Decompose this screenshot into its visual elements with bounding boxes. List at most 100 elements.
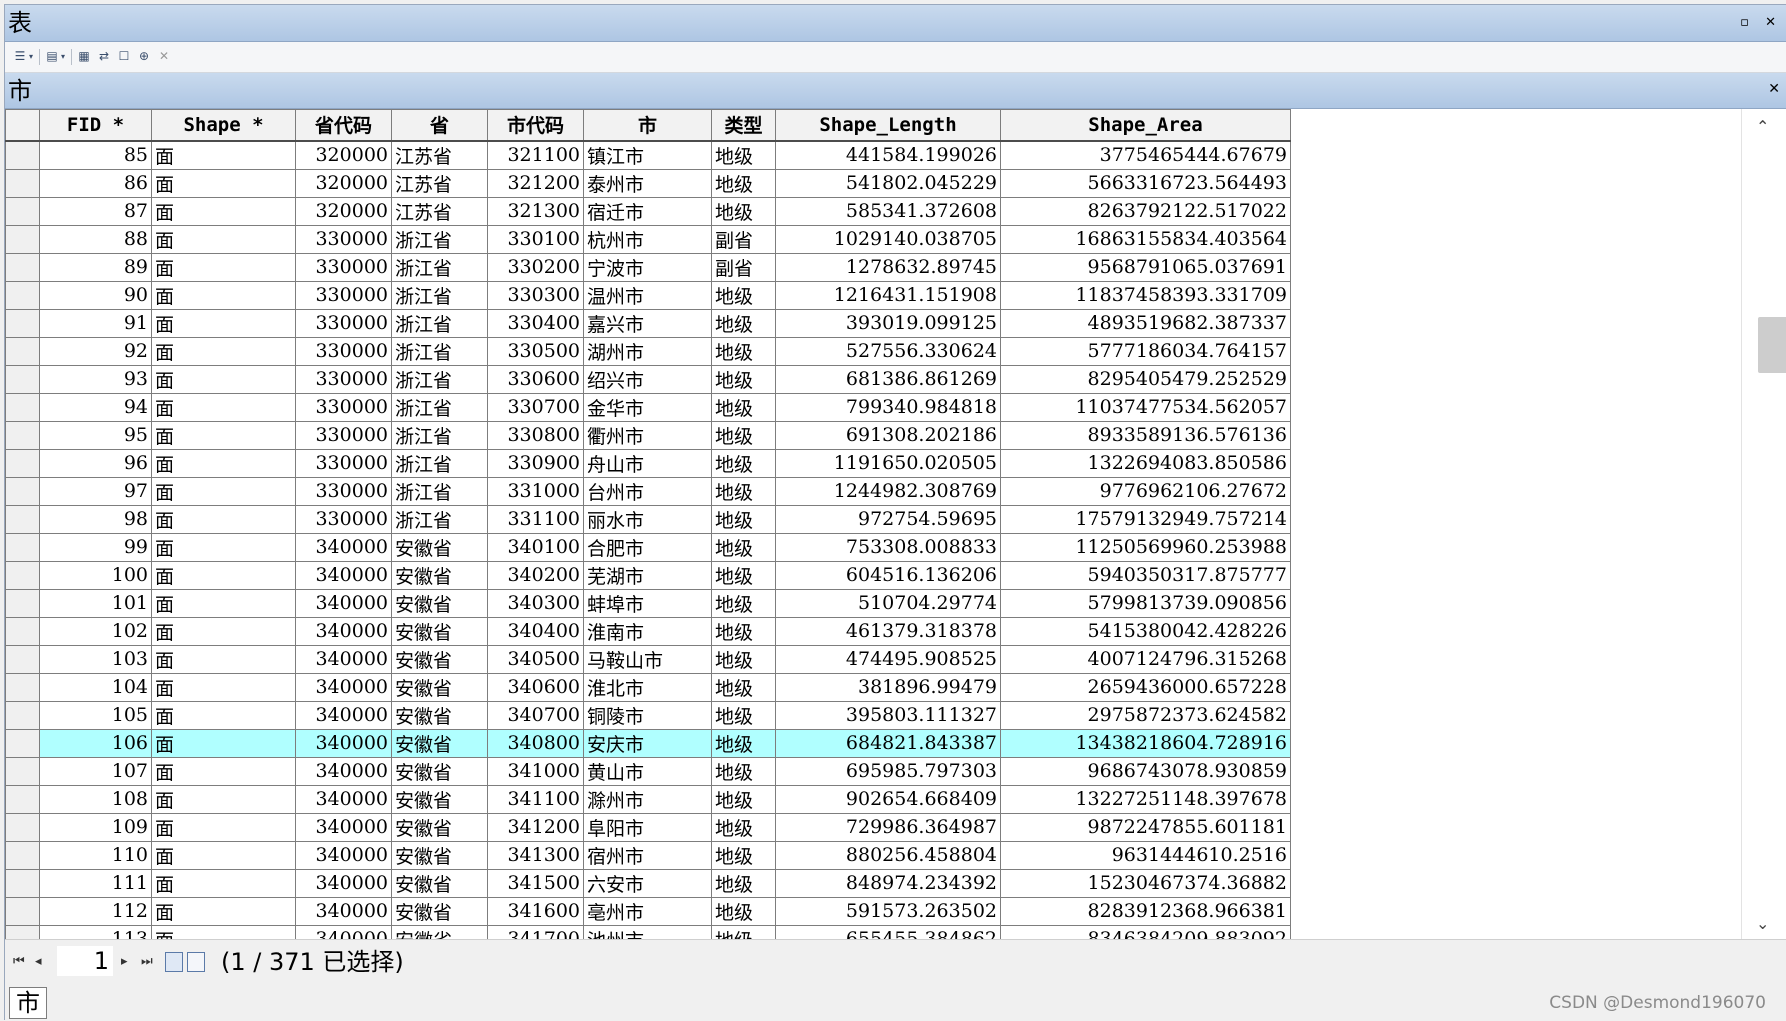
table-cell[interactable]: 113 bbox=[39, 924, 152, 939]
table-cell[interactable]: 105 bbox=[39, 700, 152, 730]
table-cell[interactable]: 108 bbox=[39, 784, 152, 814]
table-cell[interactable]: 安徽省 bbox=[391, 924, 488, 939]
table-cell[interactable]: 9776962106.27672 bbox=[1000, 476, 1291, 506]
table-row[interactable]: 89 面 330000 浙江省 330200 宁波市 副省 1278632.89745 9568… bbox=[5, 252, 1291, 282]
table-cell[interactable]: 丽水市 bbox=[583, 504, 712, 534]
table-row[interactable]: 101 面 340000 安徽省 340300 蚌埠市 地级 510704.29774 5799… bbox=[5, 588, 1291, 618]
table-cell[interactable]: 340000 bbox=[295, 868, 392, 898]
table-cell[interactable]: 340000 bbox=[295, 728, 392, 758]
table-cell[interactable]: 地级 bbox=[711, 840, 776, 870]
table-cell[interactable]: 地级 bbox=[711, 420, 776, 450]
column-header[interactable]: FID * bbox=[39, 109, 152, 142]
table-cell[interactable]: 330300 bbox=[487, 280, 584, 310]
table-cell[interactable]: 16863155834.403564 bbox=[1000, 224, 1291, 254]
table-cell[interactable]: 杭州市 bbox=[583, 224, 712, 254]
table-cell[interactable]: 5663316723.564493 bbox=[1000, 168, 1291, 198]
table-cell[interactable]: 滁州市 bbox=[583, 784, 712, 814]
table-cell[interactable]: 地级 bbox=[711, 672, 776, 702]
row-selector[interactable] bbox=[5, 196, 40, 226]
table-cell[interactable]: 330800 bbox=[487, 420, 584, 450]
first-record-icon[interactable]: ⏮ bbox=[13, 954, 25, 969]
table-cell[interactable]: 340100 bbox=[487, 532, 584, 562]
table-cell[interactable]: 17579132949.757214 bbox=[1000, 504, 1291, 534]
table-cell[interactable]: 395803.111327 bbox=[775, 700, 1001, 730]
table-cell[interactable]: 340800 bbox=[487, 728, 584, 758]
column-header[interactable]: 省 bbox=[391, 109, 488, 142]
table-cell[interactable]: 330700 bbox=[487, 392, 584, 422]
table-cell[interactable]: 340600 bbox=[487, 672, 584, 702]
row-selector[interactable] bbox=[5, 924, 40, 939]
table-cell[interactable]: 安徽省 bbox=[391, 616, 488, 646]
row-selector[interactable] bbox=[5, 336, 40, 366]
table-cell[interactable]: 880256.458804 bbox=[775, 840, 1001, 870]
table-cell[interactable]: 面 bbox=[151, 168, 296, 198]
row-selector[interactable] bbox=[5, 840, 40, 870]
row-selector[interactable] bbox=[5, 812, 40, 842]
table-cell[interactable]: 340400 bbox=[487, 616, 584, 646]
row-selector[interactable] bbox=[5, 644, 40, 674]
table-row[interactable]: 102 面 340000 安徽省 340400 淮南市 地级 461379.318378 541… bbox=[5, 616, 1291, 646]
table-cell[interactable]: 5777186034.764157 bbox=[1000, 336, 1291, 366]
column-header[interactable]: 类型 bbox=[711, 109, 776, 142]
row-selector[interactable] bbox=[5, 252, 40, 282]
table-row[interactable]: 105 面 340000 安徽省 340700 铜陵市 地级 395803.111327 297… bbox=[5, 700, 1291, 730]
table-row[interactable]: 98 面 330000 浙江省 331100 丽水市 地级 972754.59695 17579… bbox=[5, 504, 1291, 534]
table-cell[interactable]: 面 bbox=[151, 728, 296, 758]
table-cell[interactable]: 安徽省 bbox=[391, 700, 488, 730]
table-cell[interactable]: 330000 bbox=[295, 392, 392, 422]
table-cell[interactable]: 安徽省 bbox=[391, 756, 488, 786]
table-cell[interactable]: 330200 bbox=[487, 252, 584, 282]
table-row[interactable]: 96 面 330000 浙江省 330900 舟山市 地级 1191650.020505 132… bbox=[5, 448, 1291, 478]
table-cell[interactable]: 地级 bbox=[711, 392, 776, 422]
related-tables-icon[interactable]: ▤ bbox=[45, 50, 59, 63]
table-cell[interactable]: 地级 bbox=[711, 504, 776, 534]
table-cell[interactable]: 848974.234392 bbox=[775, 868, 1001, 898]
table-row[interactable]: 97 面 330000 浙江省 331000 台州市 地级 1244982.308769 977… bbox=[5, 476, 1291, 506]
table-cell[interactable]: 温州市 bbox=[583, 280, 712, 310]
clear-selection-icon[interactable]: ☐ bbox=[117, 50, 131, 63]
table-cell[interactable]: 2659436000.657228 bbox=[1000, 672, 1291, 702]
table-cell[interactable]: 111 bbox=[39, 868, 152, 898]
table-cell[interactable]: 9686743078.930859 bbox=[1000, 756, 1291, 786]
table-cell[interactable]: 芜湖市 bbox=[583, 560, 712, 590]
table-cell[interactable]: 15230467374.36882 bbox=[1000, 868, 1291, 898]
table-cell[interactable]: 浙江省 bbox=[391, 392, 488, 422]
table-cell[interactable]: 591573.263502 bbox=[775, 896, 1001, 926]
table-cell[interactable]: 340000 bbox=[295, 588, 392, 618]
table-cell[interactable]: 面 bbox=[151, 812, 296, 842]
table-cell[interactable]: 面 bbox=[151, 616, 296, 646]
table-cell[interactable]: 浙江省 bbox=[391, 420, 488, 450]
last-record-icon[interactable]: ⏭ bbox=[141, 954, 153, 969]
row-selector[interactable] bbox=[5, 448, 40, 478]
table-row[interactable]: 107 面 340000 安徽省 341000 黄山市 地级 695985.797303 968… bbox=[5, 756, 1291, 786]
table-cell[interactable]: 474495.908525 bbox=[775, 644, 1001, 674]
table-cell[interactable]: 安徽省 bbox=[391, 868, 488, 898]
table-row[interactable]: 109 面 340000 安徽省 341200 阜阳市 地级 729986.364987 987… bbox=[5, 812, 1291, 842]
table-cell[interactable]: 89 bbox=[39, 252, 152, 282]
delete-selected-icon[interactable]: ✕ bbox=[157, 50, 171, 63]
table-cell[interactable]: 341200 bbox=[487, 812, 584, 842]
table-cell[interactable]: 340000 bbox=[295, 812, 392, 842]
table-cell[interactable]: 湖州市 bbox=[583, 336, 712, 366]
table-cell[interactable]: 99 bbox=[39, 532, 152, 562]
table-cell[interactable]: 729986.364987 bbox=[775, 812, 1001, 842]
row-selector[interactable] bbox=[5, 728, 40, 758]
table-cell[interactable]: 蚌埠市 bbox=[583, 588, 712, 618]
table-cell[interactable]: 面 bbox=[151, 252, 296, 282]
table-cell[interactable]: 地级 bbox=[711, 756, 776, 786]
table-cell[interactable]: 753308.008833 bbox=[775, 532, 1001, 562]
vertical-scrollbar[interactable]: ⌃ ⌄ bbox=[1741, 109, 1786, 939]
table-cell[interactable]: 87 bbox=[39, 196, 152, 226]
table-cell[interactable]: 宿州市 bbox=[583, 840, 712, 870]
table-cell[interactable]: 浙江省 bbox=[391, 364, 488, 394]
table-cell[interactable]: 11037477534.562057 bbox=[1000, 392, 1291, 422]
table-cell[interactable]: 黄山市 bbox=[583, 756, 712, 786]
table-cell[interactable]: 地级 bbox=[711, 168, 776, 198]
table-cell[interactable]: 面 bbox=[151, 840, 296, 870]
row-selector[interactable] bbox=[5, 588, 40, 618]
table-cell[interactable]: 安庆市 bbox=[583, 728, 712, 758]
table-row[interactable]: 95 面 330000 浙江省 330800 衢州市 地级 691308.202186 8933… bbox=[5, 420, 1291, 450]
table-cell[interactable]: 330000 bbox=[295, 476, 392, 506]
table-cell[interactable]: 金华市 bbox=[583, 392, 712, 422]
row-selector[interactable] bbox=[5, 868, 40, 898]
